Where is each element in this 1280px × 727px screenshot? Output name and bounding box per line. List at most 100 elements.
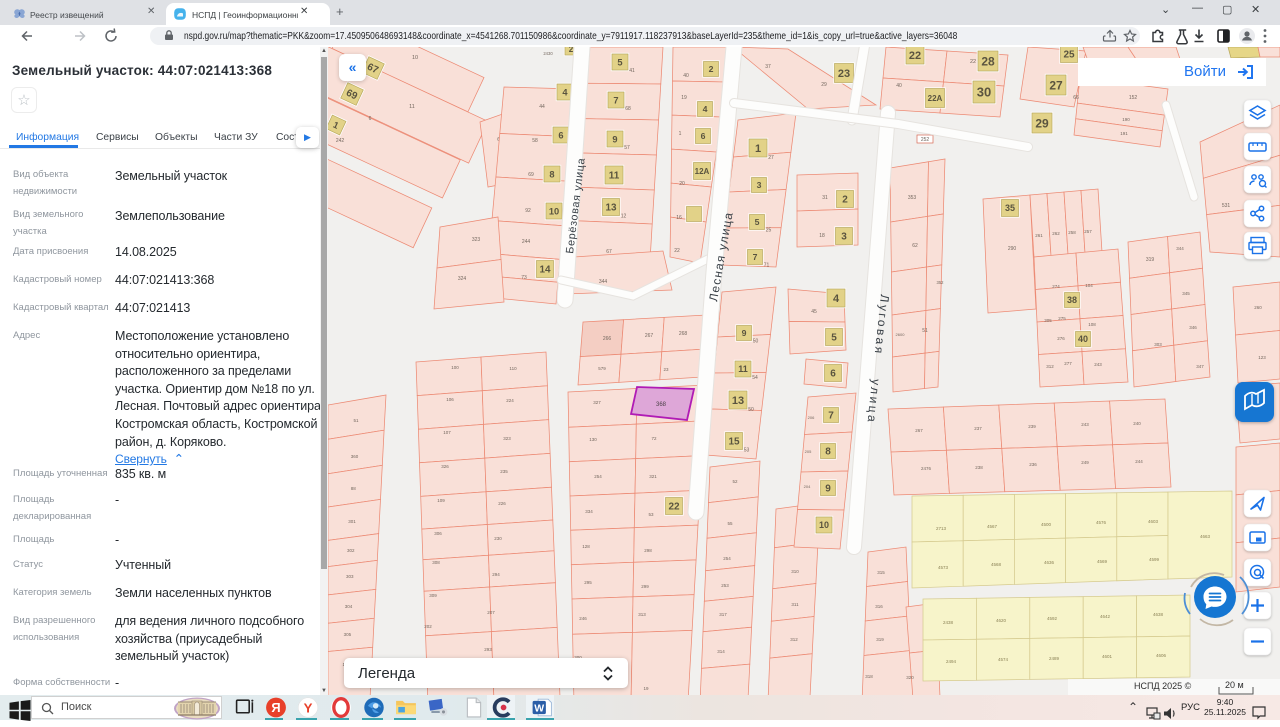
svg-text:353: 353 (908, 195, 917, 201)
svg-text:266: 266 (603, 336, 612, 342)
svg-text:315: 315 (877, 570, 885, 575)
svg-text:152: 152 (1129, 95, 1138, 101)
svg-text:352: 352 (937, 280, 945, 285)
svg-text:11: 11 (409, 104, 415, 110)
svg-text:50: 50 (748, 407, 754, 413)
svg-text:237: 237 (974, 426, 982, 431)
svg-text:8: 8 (549, 169, 554, 179)
svg-text:4620: 4620 (996, 618, 1007, 623)
svg-text:321: 321 (649, 474, 657, 479)
svg-text:107: 107 (443, 430, 451, 435)
svg-text:347: 347 (1196, 364, 1204, 369)
svg-text:2: 2 (842, 195, 848, 206)
svg-text:5: 5 (755, 217, 760, 227)
svg-text:277: 277 (1064, 361, 1072, 366)
svg-text:261: 261 (1035, 233, 1043, 238)
svg-text:2494: 2494 (946, 659, 957, 664)
svg-text:4569: 4569 (1097, 559, 1108, 564)
svg-text:9: 9 (742, 328, 747, 338)
svg-text:9: 9 (825, 484, 831, 495)
svg-text:1: 1 (755, 143, 761, 155)
svg-text:4606: 4606 (1156, 653, 1167, 658)
svg-text:19: 19 (681, 95, 687, 101)
svg-text:324: 324 (458, 276, 467, 282)
svg-text:334: 334 (585, 509, 593, 514)
svg-text:22: 22 (909, 50, 921, 62)
svg-text:Я: Я (271, 700, 280, 715)
svg-text:6: 6 (369, 116, 372, 122)
svg-text:23: 23 (838, 68, 850, 80)
svg-text:29: 29 (1035, 116, 1049, 130)
svg-text:254: 254 (594, 474, 602, 479)
svg-text:10: 10 (819, 520, 829, 530)
svg-text:344: 344 (1176, 246, 1184, 251)
svg-text:4599: 4599 (1149, 557, 1160, 562)
svg-text:71: 71 (764, 263, 770, 269)
svg-text:239: 239 (1028, 424, 1036, 429)
svg-text:41: 41 (629, 68, 635, 74)
svg-text:7: 7 (753, 252, 758, 262)
svg-text:327: 327 (593, 400, 601, 405)
svg-text:4663: 4663 (1200, 534, 1211, 539)
svg-text:238: 238 (975, 465, 983, 470)
svg-text:73: 73 (521, 275, 527, 281)
svg-text:316: 316 (875, 604, 883, 609)
svg-text:4638: 4638 (1153, 612, 1164, 617)
svg-text:312: 312 (790, 637, 798, 642)
svg-text:303: 303 (346, 574, 354, 579)
svg-text:27: 27 (1049, 78, 1063, 92)
svg-text:319: 319 (1146, 257, 1155, 263)
svg-text:3: 3 (757, 180, 762, 190)
svg-text:15: 15 (728, 437, 740, 448)
svg-text:6: 6 (830, 369, 836, 380)
svg-text:274: 274 (1052, 284, 1060, 289)
svg-text:313: 313 (638, 612, 646, 617)
svg-text:8: 8 (825, 447, 831, 458)
svg-text:306: 306 (434, 531, 442, 536)
svg-text:40: 40 (1078, 334, 1088, 344)
svg-text:310: 310 (791, 569, 799, 574)
svg-text:7: 7 (613, 95, 618, 105)
svg-text:2438: 2438 (943, 620, 954, 625)
svg-text:202: 202 (424, 624, 432, 629)
svg-text:22: 22 (674, 248, 680, 254)
svg-text:304: 304 (345, 604, 353, 609)
svg-text:299: 299 (641, 584, 649, 589)
svg-text:190: 190 (1122, 117, 1130, 122)
svg-text:69: 69 (528, 172, 534, 178)
svg-text:108: 108 (1088, 322, 1096, 327)
svg-text:252: 252 (921, 137, 930, 143)
svg-text:109: 109 (437, 498, 445, 503)
svg-text:130: 130 (589, 437, 597, 442)
svg-text:317: 317 (719, 612, 727, 617)
svg-text:72: 72 (651, 436, 657, 441)
svg-text:205: 205 (805, 449, 812, 454)
svg-text:290: 290 (1008, 246, 1017, 252)
svg-text:18: 18 (819, 233, 825, 239)
svg-text:262: 262 (1052, 231, 1060, 236)
svg-text:260: 260 (1254, 305, 1262, 310)
svg-text:19: 19 (643, 686, 649, 691)
svg-text:298: 298 (644, 548, 652, 553)
svg-text:30: 30 (977, 85, 991, 100)
svg-text:4500: 4500 (1041, 522, 1052, 527)
svg-text:28: 28 (981, 54, 995, 68)
svg-text:368: 368 (656, 402, 667, 408)
svg-text:25: 25 (766, 228, 772, 234)
svg-text:258: 258 (1068, 230, 1076, 235)
svg-text:244: 244 (522, 239, 531, 245)
svg-text:267: 267 (915, 428, 923, 433)
svg-text:68: 68 (625, 106, 631, 112)
svg-text:23: 23 (663, 367, 669, 372)
svg-text:31: 31 (822, 195, 828, 201)
svg-text:35: 35 (1005, 203, 1015, 213)
svg-text:40: 40 (896, 83, 902, 89)
svg-text:4576: 4576 (1096, 520, 1107, 525)
svg-text:2: 2 (569, 47, 574, 54)
svg-text:25: 25 (1063, 50, 1075, 61)
svg-text:268: 268 (679, 331, 688, 337)
svg-text:62: 62 (912, 243, 918, 249)
svg-text:2600: 2600 (896, 332, 906, 337)
svg-text:55: 55 (727, 521, 733, 526)
svg-text:52: 52 (732, 479, 738, 484)
